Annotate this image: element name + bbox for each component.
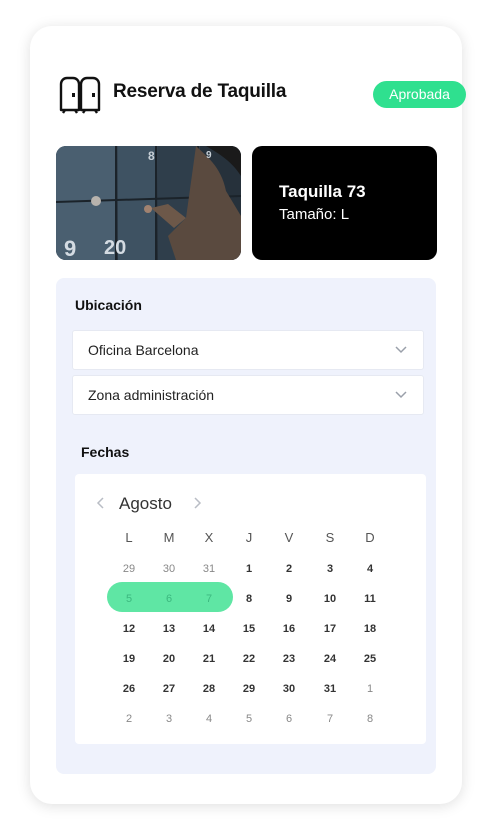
calendar-day[interactable]: 28 — [194, 683, 224, 695]
chevron-left-icon[interactable] — [95, 496, 107, 510]
calendar-day[interactable]: 29 — [114, 563, 144, 575]
calendar-day[interactable]: 3 — [154, 713, 184, 725]
calendar-day[interactable]: 17 — [315, 623, 345, 635]
calendar-day[interactable]: 22 — [234, 653, 264, 665]
dates-label: Fechas — [81, 444, 130, 460]
weekday-header: L — [125, 530, 133, 545]
calendar-day[interactable]: 25 — [355, 653, 385, 665]
calendar-month: Agosto — [119, 494, 172, 513]
calendar-day[interactable]: 8 — [355, 713, 385, 725]
chevron-down-icon — [395, 391, 407, 399]
calendar-day[interactable]: 19 — [114, 653, 144, 665]
weekday-header: D — [365, 530, 375, 545]
header: Reserva de Taquilla Aprobada — [59, 76, 466, 116]
locker-photo-numbers: 9 20 8 9 — [64, 149, 212, 260]
calendar-day[interactable]: 29 — [234, 683, 264, 695]
date-picker: Agosto L M X J V S D 29 30 31 1 2 3 4 5 6 7 8 9 10 11… — [75, 474, 426, 744]
location-label: Ubicación — [75, 297, 142, 313]
calendar-day[interactable]: 5 — [234, 713, 264, 725]
reservation-form: Ubicación Oficina Barcelona Zona adminis… — [56, 278, 436, 774]
calendar-day[interactable]: 8 — [234, 593, 264, 605]
locker-info: Taquilla 73 Tamaño: L — [252, 146, 437, 260]
svg-text:20: 20 — [104, 237, 126, 259]
svg-text:8: 8 — [148, 149, 155, 163]
calendar-day[interactable]: 24 — [315, 653, 345, 665]
calendar-day[interactable]: 1 — [355, 683, 385, 695]
calendar-day[interactable]: 30 — [274, 683, 304, 695]
status-badge: Aprobada — [373, 81, 466, 108]
svg-text:9: 9 — [64, 236, 76, 260]
locker-size: Tamaño: L — [279, 206, 350, 223]
calendar-day[interactable]: 9 — [274, 593, 304, 605]
calendar-day[interactable]: 20 — [154, 653, 184, 665]
chevron-right-icon[interactable] — [191, 496, 203, 510]
calendar-day[interactable]: 10 — [315, 593, 345, 605]
calendar-day[interactable]: 23 — [274, 653, 304, 665]
calendar-day[interactable]: 13 — [154, 623, 184, 635]
calendar-day[interactable]: 1 — [234, 563, 264, 575]
calendar-day[interactable]: 31 — [315, 683, 345, 695]
calendar-day[interactable]: 12 — [114, 623, 144, 635]
calendar-day[interactable]: 11 — [355, 593, 385, 605]
svg-text:9: 9 — [206, 150, 212, 161]
calendar-day[interactable]: 6 — [154, 593, 184, 605]
calendar-day[interactable]: 31 — [194, 563, 224, 575]
weekday-header: V — [284, 530, 294, 545]
calendar-day[interactable]: 30 — [154, 563, 184, 575]
calendar-day[interactable]: 26 — [114, 683, 144, 695]
calendar-day[interactable]: 14 — [194, 623, 224, 635]
calendar-day[interactable]: 5 — [114, 593, 144, 605]
calendar-day[interactable]: 6 — [274, 713, 304, 725]
calendar-day[interactable]: 7 — [194, 593, 224, 605]
calendar-day[interactable]: 4 — [194, 713, 224, 725]
locker-reservation-card: Reserva de Taquilla Aprobada 9 20 8 9 Ta… — [30, 26, 466, 804]
chevron-down-icon — [395, 346, 407, 354]
weekday-header: S — [325, 530, 335, 545]
calendar-day[interactable]: 27 — [154, 683, 184, 695]
calendar-day[interactable]: 7 — [315, 713, 345, 725]
locker-photo: 9 20 8 9 — [56, 146, 241, 260]
calendar-day[interactable]: 2 — [274, 563, 304, 575]
office-select-value: Oficina Barcelona — [88, 342, 199, 358]
calendar-day[interactable]: 4 — [355, 563, 385, 575]
zone-select-value: Zona administración — [88, 387, 215, 403]
locker-name: Taquilla 73 — [279, 182, 366, 201]
weekday-header: J — [245, 530, 253, 545]
weekday-header: M — [163, 530, 175, 545]
calendar-day[interactable]: 16 — [274, 623, 304, 635]
office-select[interactable]: Oficina Barcelona — [72, 330, 424, 370]
calendar-day[interactable]: 21 — [194, 653, 224, 665]
calendar-day[interactable]: 3 — [315, 563, 345, 575]
page-title: Reserva de Taquilla — [113, 81, 287, 102]
zone-select[interactable]: Zona administración — [72, 375, 424, 415]
calendar-day[interactable]: 15 — [234, 623, 264, 635]
locker-icon — [59, 76, 101, 114]
calendar-day[interactable]: 18 — [355, 623, 385, 635]
calendar-day[interactable]: 2 — [114, 713, 144, 725]
weekday-header: X — [204, 530, 214, 545]
